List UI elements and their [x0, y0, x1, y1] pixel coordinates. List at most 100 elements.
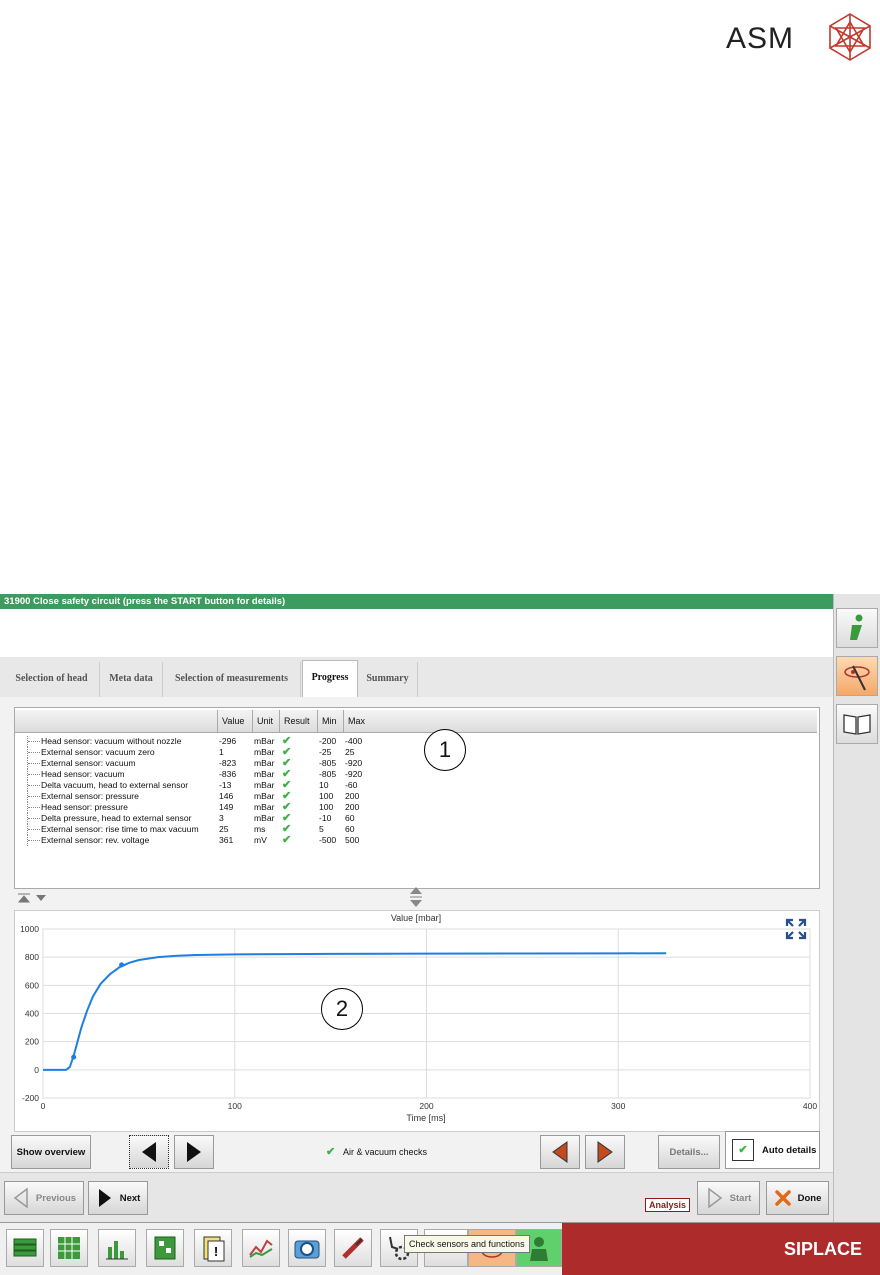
table-row[interactable]: External sensor: rise time to max vacuum…	[15, 824, 815, 835]
taskbar-trend-button[interactable]	[242, 1229, 280, 1267]
cell-max: 25	[345, 747, 355, 757]
details-button[interactable]: Details...	[658, 1135, 720, 1169]
splitter-drag-handle-icon[interactable]	[405, 886, 427, 908]
start-label: Start	[729, 1192, 752, 1204]
data-point-marker	[71, 1054, 77, 1060]
cell-unit: mBar	[254, 780, 275, 790]
table-row[interactable]: Head sensor: vacuum without nozzle -296 mB…	[15, 736, 815, 747]
progress-panel: Value Unit Result Min Max Head sensor: v…	[0, 697, 833, 1172]
cell-max: -920	[345, 758, 363, 768]
x-tick-label: 300	[611, 1101, 625, 1111]
y-tick-label: -200	[22, 1093, 39, 1103]
done-button[interactable]: Done	[766, 1181, 829, 1215]
cell-min: -200	[319, 736, 337, 746]
chart-controls: Show overview ✔ Air & vacuum checks Deta…	[0, 1131, 833, 1175]
show-overview-button[interactable]: Show overview	[11, 1135, 91, 1169]
data-point-marker	[119, 962, 125, 968]
table-row[interactable]: External sensor: rev. voltage 361 mV ✔ -500 5…	[15, 835, 815, 846]
cell-min: 10	[319, 780, 329, 790]
cell-name: External sensor: vacuum	[41, 758, 136, 768]
table-row[interactable]: External sensor: vacuum zero 1 mBar ✔ -25 25	[15, 747, 815, 758]
table-row[interactable]: Delta vacuum, head to external sensor -13…	[15, 780, 815, 791]
tab-summary[interactable]: Summary	[358, 662, 418, 697]
cell-value: -836	[219, 769, 237, 779]
table-row[interactable]: Head sensor: pressure 149 mBar ✔ 100 200	[15, 802, 815, 813]
taskbar-statistics-button[interactable]	[98, 1229, 136, 1267]
arrow-left-icon	[142, 1142, 156, 1162]
previous-label: Previous	[35, 1192, 77, 1204]
book-icon	[843, 714, 871, 735]
previous-button[interactable]: Previous	[4, 1181, 84, 1215]
header-area	[0, 609, 833, 657]
next-check-button[interactable]	[585, 1135, 625, 1169]
info-icon	[850, 614, 863, 640]
value-chart: 0 100 200 300 400-20002004006008001000 Value…	[20, 913, 817, 1123]
cell-max: -920	[345, 769, 363, 779]
cell-value: -13	[219, 780, 232, 790]
cell-value: 149	[219, 802, 234, 812]
column-header-result: Result	[279, 710, 317, 732]
table-row[interactable]: Head sensor: vacuum -836 mBar ✔ -805 -920	[15, 769, 815, 780]
taskbar-tools-button[interactable]	[334, 1229, 372, 1267]
tree-connector	[27, 791, 40, 802]
tab-progress[interactable]: Progress	[302, 660, 358, 697]
siplace-brand: SIPLACE	[562, 1223, 880, 1275]
column-header-value: Value	[217, 710, 252, 732]
callout-1: 1	[424, 729, 466, 771]
asm-logo-icon	[829, 13, 871, 61]
chart-title: Value [mbar]	[391, 913, 441, 923]
orange-arrow-right-icon	[597, 1141, 613, 1163]
start-arrow-icon	[707, 1188, 722, 1208]
start-button[interactable]: Start	[697, 1181, 760, 1215]
table-row[interactable]: Delta pressure, head to external sensor 3…	[15, 813, 815, 824]
info-button[interactable]	[836, 608, 878, 648]
cell-min: -500	[319, 835, 337, 845]
taskbar-production-button[interactable]	[6, 1229, 44, 1267]
tree-connector	[27, 835, 40, 846]
cell-unit: mV	[254, 835, 267, 845]
taskbar: ! Check sensors and functions SIPLACE	[0, 1222, 880, 1275]
analysis-badge[interactable]: Analysis	[645, 1198, 691, 1212]
cell-max: 200	[345, 802, 360, 812]
taskbar-setup-button[interactable]	[50, 1229, 88, 1267]
manual-button[interactable]	[836, 704, 878, 744]
y-tick-label: 800	[25, 952, 39, 962]
cell-name: Delta pressure, head to external sensor	[41, 813, 192, 823]
next-label: Next	[119, 1192, 141, 1204]
fullscreen-icon[interactable]	[784, 917, 808, 941]
next-chart-button[interactable]	[174, 1135, 214, 1169]
done-label: Done	[797, 1192, 822, 1204]
arrow-right-icon	[187, 1142, 201, 1162]
cell-unit: mBar	[254, 736, 275, 746]
tab-strip: Selection of head Meta data Selection of…	[0, 657, 833, 697]
cell-value: 3	[219, 813, 224, 823]
tree-connector	[27, 802, 40, 813]
tab-selection-of-measurements[interactable]: Selection of measurements	[163, 662, 301, 697]
previous-chart-button[interactable]	[129, 1135, 169, 1169]
taskbar-messages-button[interactable]: !	[194, 1229, 232, 1267]
splitter-bar	[14, 887, 818, 908]
cell-name: External sensor: pressure	[41, 791, 139, 801]
taskbar-board-button[interactable]	[146, 1229, 184, 1267]
collapse-expand-icons[interactable]	[16, 892, 56, 906]
diagnostics-button[interactable]	[836, 656, 878, 696]
table-row[interactable]: External sensor: vacuum -823 mBar ✔ -805 -920	[15, 758, 815, 769]
cell-value: -296	[219, 736, 237, 746]
cell-name: Head sensor: vacuum without nozzle	[41, 736, 182, 746]
auto-details-toggle[interactable]: ✔ Auto details	[725, 1131, 820, 1169]
chart-x-label: Time [ms]	[406, 1113, 445, 1123]
table-row[interactable]: External sensor: pressure 146 mBar ✔ 100 200	[15, 791, 815, 802]
cell-max: -400	[345, 736, 363, 746]
next-button[interactable]: Next	[88, 1181, 148, 1215]
cell-unit: mBar	[254, 758, 275, 768]
tree-connector	[27, 769, 40, 780]
table-header: Value Unit Result Min Max	[15, 710, 817, 733]
cell-max: 200	[345, 791, 360, 801]
tab-meta-data[interactable]: Meta data	[100, 662, 163, 697]
taskbar-camera-button[interactable]	[288, 1229, 326, 1267]
previous-check-button[interactable]	[540, 1135, 580, 1169]
cell-name: Head sensor: pressure	[41, 802, 128, 812]
cell-max: 500	[345, 835, 360, 845]
cell-unit: mBar	[254, 802, 275, 812]
tab-selection-of-head[interactable]: Selection of head	[4, 662, 100, 697]
